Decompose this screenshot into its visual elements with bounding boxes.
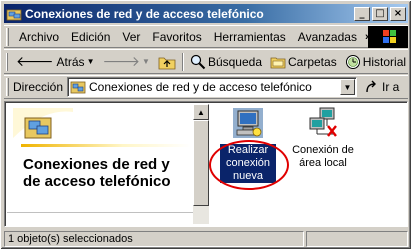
- menu-archivo[interactable]: Archivo: [13, 30, 65, 44]
- title-divider: [21, 144, 191, 147]
- status-panel: [306, 231, 408, 247]
- toolbar-grip[interactable]: [6, 52, 8, 71]
- menu-favoritos[interactable]: Favoritos: [146, 30, 207, 44]
- menu-avanzadas[interactable]: Avanzadas: [292, 30, 363, 44]
- forward-button[interactable]: 🡒 ▼: [98, 51, 153, 73]
- content-area: Conexiones de red y de acceso telefónico…: [4, 101, 408, 227]
- network-folder-icon: [6, 6, 22, 22]
- menu-bar: Archivo Edición Ver Favoritos Herramient…: [4, 25, 408, 48]
- pane-divider: [7, 212, 193, 213]
- menu-edicion[interactable]: Edición: [65, 30, 116, 44]
- address-folder-icon: [70, 81, 86, 94]
- status-text: 1 objeto(s) seleccionados: [4, 231, 304, 247]
- local-area-connection-label: Conexión de área local: [292, 144, 354, 169]
- back-dropdown-icon[interactable]: ▼: [87, 57, 95, 66]
- explorer-window: Conexiones de red y de acceso telefónico…: [0, 0, 412, 250]
- window-title: Conexiones de red y de acceso telefónico: [25, 6, 264, 21]
- forward-arrow-icon: 🡒: [102, 54, 141, 70]
- address-label: Dirección: [13, 80, 64, 94]
- maximize-button[interactable]: □: [372, 6, 388, 21]
- folder-title: Conexiones de red y de acceso telefónico: [23, 156, 171, 190]
- go-arrow-icon: [366, 80, 377, 93]
- history-icon: [345, 54, 360, 69]
- new-connection-icon: [233, 108, 263, 138]
- search-icon: [190, 54, 206, 69]
- go-button[interactable]: Ir a: [365, 80, 399, 94]
- local-area-connection-item[interactable]: Conexión de área local: [287, 106, 359, 170]
- windows-logo-icon: [368, 26, 408, 48]
- standard-toolbar: 🡐 Atrás ▼ 🡒 ▼ Búsqueda Carpetas Historia…: [4, 49, 408, 74]
- back-button[interactable]: 🡐 Atrás ▼: [12, 51, 98, 73]
- menubar-grip[interactable]: [6, 27, 9, 46]
- search-button[interactable]: Búsqueda: [186, 51, 266, 73]
- title-bar[interactable]: Conexiones de red y de acceso telefónico…: [4, 4, 408, 23]
- menu-ver[interactable]: Ver: [116, 30, 146, 44]
- up-folder-button[interactable]: [154, 51, 180, 73]
- close-button[interactable]: ×: [390, 6, 406, 21]
- back-label: Atrás: [56, 54, 85, 69]
- scroll-up-button[interactable]: ▲: [193, 104, 209, 120]
- toolbar-separator: [181, 52, 184, 71]
- address-field[interactable]: Conexiones de red y de acceso telefónico…: [67, 77, 358, 97]
- folder-banner-icon: [13, 108, 73, 139]
- status-bar: 1 objeto(s) seleccionados: [4, 230, 408, 248]
- address-value: Conexiones de red y de acceso telefónico: [89, 80, 312, 94]
- annotation-highlight-circle: [209, 140, 289, 190]
- webview-info-pane: Conexiones de red y de acceso telefónico: [7, 104, 193, 224]
- history-button[interactable]: Historial: [341, 51, 410, 73]
- back-arrow-icon: 🡐: [16, 54, 54, 70]
- addressbar-grip[interactable]: [6, 78, 9, 96]
- scroll-thumb[interactable]: [193, 120, 209, 206]
- history-label: Historial: [362, 54, 407, 69]
- folders-icon: [270, 57, 286, 68]
- up-folder-icon: [158, 57, 176, 69]
- menu-herramientas[interactable]: Herramientas: [208, 30, 292, 44]
- address-bar: Dirección Conexiones de red y de acceso …: [4, 75, 408, 99]
- folders-button[interactable]: Carpetas: [266, 51, 341, 73]
- address-dropdown-button[interactable]: ▼: [340, 79, 356, 95]
- minimize-button[interactable]: _: [354, 6, 370, 21]
- local-area-connection-icon: [309, 107, 337, 137]
- vertical-scrollbar[interactable]: ▲: [193, 104, 209, 224]
- search-label: Búsqueda: [207, 54, 262, 69]
- go-label: Ir a: [382, 80, 400, 94]
- folders-label: Carpetas: [288, 54, 337, 69]
- forward-dropdown-icon[interactable]: ▼: [142, 57, 150, 66]
